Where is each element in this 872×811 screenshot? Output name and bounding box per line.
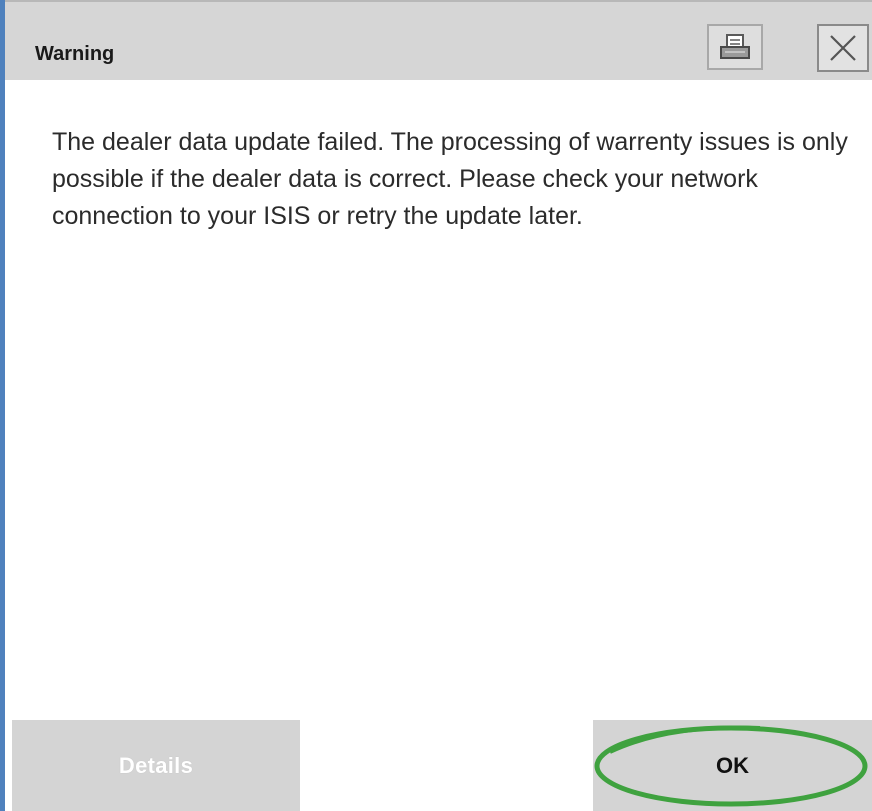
warning-dialog: Warning The dealer data update failed. T… <box>0 0 872 811</box>
dialog-title: Warning <box>35 43 115 65</box>
window-edge <box>0 0 5 811</box>
details-button-label: Details <box>118 752 194 778</box>
title-bar: Warning <box>5 0 872 80</box>
details-button[interactable]: Details <box>12 720 300 811</box>
print-button[interactable] <box>707 24 763 70</box>
ok-button-label: OK <box>716 752 749 778</box>
close-icon <box>830 35 856 61</box>
dialog-message: The dealer data update failed. The proce… <box>52 128 848 230</box>
printer-icon <box>720 34 750 59</box>
ok-button[interactable]: OK <box>593 720 872 811</box>
close-button[interactable] <box>817 24 869 72</box>
